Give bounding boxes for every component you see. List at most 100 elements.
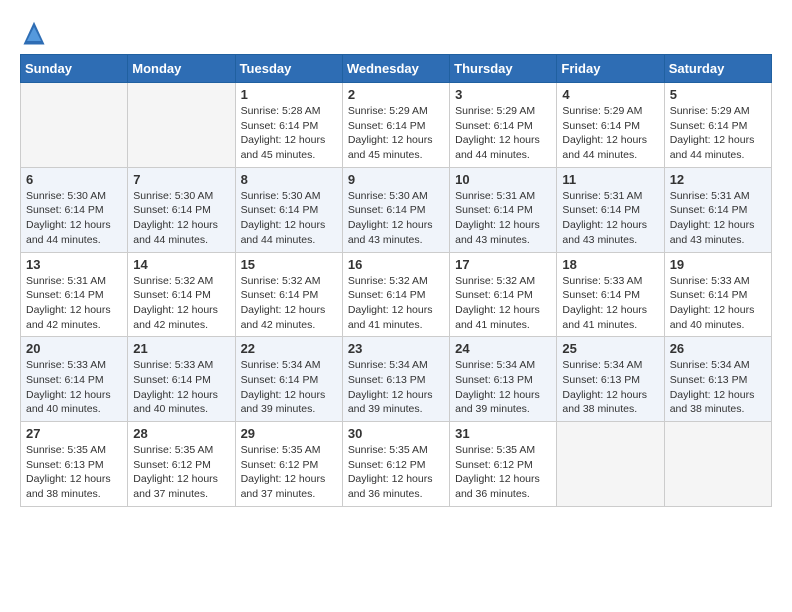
calendar-cell: 29 Sunrise: 5:35 AM Sunset: 6:12 PM Dayli… [235,422,342,507]
day-info: Sunrise: 5:31 AM Sunset: 6:14 PM Dayligh… [562,189,658,248]
day-number: 20 [26,341,122,356]
calendar-week-row: 27 Sunrise: 5:35 AM Sunset: 6:13 PM Dayli… [21,422,772,507]
calendar-cell: 10 Sunrise: 5:31 AM Sunset: 6:14 PM Dayli… [450,167,557,252]
day-number: 1 [241,87,337,102]
calendar-cell [664,422,771,507]
calendar-week-row: 6Sunrise: 5:30 AM Sunset: 6:14 PM Daylig… [21,167,772,252]
day-info: Sunrise: 5:31 AM Sunset: 6:14 PM Dayligh… [670,189,766,248]
calendar-cell: 22Sunrise: 5:34 AM Sunset: 6:14 PM Dayli… [235,337,342,422]
calendar-cell: 4 Sunrise: 5:29 AM Sunset: 6:14 PM Daylig… [557,83,664,168]
day-info: Sunrise: 5:29 AM Sunset: 6:14 PM Dayligh… [670,104,766,163]
calendar-cell: 11 Sunrise: 5:31 AM Sunset: 6:14 PM Dayli… [557,167,664,252]
day-number: 17 [455,257,551,272]
day-number: 8 [241,172,337,187]
calendar-week-row: 13Sunrise: 5:31 AM Sunset: 6:14 PM Dayli… [21,252,772,337]
day-info: Sunrise: 5:32 AM Sunset: 6:14 PM Dayligh… [133,274,229,333]
day-number: 9 [348,172,444,187]
calendar-cell: 30 Sunrise: 5:35 AM Sunset: 6:12 PM Dayli… [342,422,449,507]
day-info: Sunrise: 5:28 AM Sunset: 6:14 PM Dayligh… [241,104,337,163]
calendar-header-tuesday: Tuesday [235,55,342,83]
calendar-cell: 2 Sunrise: 5:29 AM Sunset: 6:14 PM Daylig… [342,83,449,168]
day-number: 25 [562,341,658,356]
day-info: Sunrise: 5:29 AM Sunset: 6:14 PM Dayligh… [562,104,658,163]
calendar-cell: 1 Sunrise: 5:28 AM Sunset: 6:14 PM Daylig… [235,83,342,168]
calendar-header-monday: Monday [128,55,235,83]
day-info: Sunrise: 5:32 AM Sunset: 6:14 PM Dayligh… [241,274,337,333]
calendar-cell: 7Sunrise: 5:30 AM Sunset: 6:14 PM Daylig… [128,167,235,252]
day-number: 4 [562,87,658,102]
day-number: 15 [241,257,337,272]
day-number: 16 [348,257,444,272]
calendar-header-sunday: Sunday [21,55,128,83]
calendar-cell: 9 Sunrise: 5:30 AM Sunset: 6:14 PM Daylig… [342,167,449,252]
calendar-cell [128,83,235,168]
calendar-cell: 18 Sunrise: 5:33 AM Sunset: 6:14 PM Dayli… [557,252,664,337]
calendar-cell [557,422,664,507]
calendar-cell: 23Sunrise: 5:34 AM Sunset: 6:13 PM Dayli… [342,337,449,422]
calendar-header-wednesday: Wednesday [342,55,449,83]
day-number: 5 [670,87,766,102]
calendar-cell: 28 Sunrise: 5:35 AM Sunset: 6:12 PM Dayli… [128,422,235,507]
day-info: Sunrise: 5:30 AM Sunset: 6:14 PM Dayligh… [26,189,122,248]
calendar-week-row: 20Sunrise: 5:33 AM Sunset: 6:14 PM Dayli… [21,337,772,422]
calendar-header-thursday: Thursday [450,55,557,83]
day-number: 19 [670,257,766,272]
day-info: Sunrise: 5:30 AM Sunset: 6:14 PM Dayligh… [241,189,337,248]
day-info: Sunrise: 5:34 AM Sunset: 6:13 PM Dayligh… [455,358,551,417]
calendar-cell: 14 Sunrise: 5:32 AM Sunset: 6:14 PM Dayli… [128,252,235,337]
day-number: 13 [26,257,122,272]
calendar-cell: 13Sunrise: 5:31 AM Sunset: 6:14 PM Dayli… [21,252,128,337]
calendar-cell: 15 Sunrise: 5:32 AM Sunset: 6:14 PM Dayli… [235,252,342,337]
day-info: Sunrise: 5:33 AM Sunset: 6:14 PM Dayligh… [562,274,658,333]
calendar-header-saturday: Saturday [664,55,771,83]
calendar-table: SundayMondayTuesdayWednesdayThursdayFrid… [20,54,772,507]
day-number: 18 [562,257,658,272]
calendar-header-row: SundayMondayTuesdayWednesdayThursdayFrid… [21,55,772,83]
day-number: 30 [348,426,444,441]
calendar-cell: 8 Sunrise: 5:30 AM Sunset: 6:14 PM Daylig… [235,167,342,252]
calendar-cell: 25 Sunrise: 5:34 AM Sunset: 6:13 PM Dayli… [557,337,664,422]
day-number: 14 [133,257,229,272]
calendar-cell: 26Sunrise: 5:34 AM Sunset: 6:13 PM Dayli… [664,337,771,422]
day-number: 2 [348,87,444,102]
calendar-cell: 17 Sunrise: 5:32 AM Sunset: 6:14 PM Dayli… [450,252,557,337]
calendar-cell: 24 Sunrise: 5:34 AM Sunset: 6:13 PM Dayli… [450,337,557,422]
day-number: 28 [133,426,229,441]
day-info: Sunrise: 5:33 AM Sunset: 6:14 PM Dayligh… [670,274,766,333]
calendar-cell: 21Sunrise: 5:33 AM Sunset: 6:14 PM Dayli… [128,337,235,422]
day-info: Sunrise: 5:35 AM Sunset: 6:12 PM Dayligh… [348,443,444,502]
day-number: 21 [133,341,229,356]
calendar-cell: 27 Sunrise: 5:35 AM Sunset: 6:13 PM Dayli… [21,422,128,507]
calendar-cell: 5 Sunrise: 5:29 AM Sunset: 6:14 PM Daylig… [664,83,771,168]
day-number: 26 [670,341,766,356]
day-info: Sunrise: 5:35 AM Sunset: 6:13 PM Dayligh… [26,443,122,502]
logo-icon [20,20,48,48]
day-number: 31 [455,426,551,441]
day-info: Sunrise: 5:32 AM Sunset: 6:14 PM Dayligh… [455,274,551,333]
day-number: 11 [562,172,658,187]
calendar-header-friday: Friday [557,55,664,83]
calendar-cell [21,83,128,168]
day-info: Sunrise: 5:34 AM Sunset: 6:14 PM Dayligh… [241,358,337,417]
page-header [20,20,772,48]
day-info: Sunrise: 5:35 AM Sunset: 6:12 PM Dayligh… [241,443,337,502]
day-number: 23 [348,341,444,356]
day-info: Sunrise: 5:34 AM Sunset: 6:13 PM Dayligh… [562,358,658,417]
day-number: 10 [455,172,551,187]
day-info: Sunrise: 5:30 AM Sunset: 6:14 PM Dayligh… [133,189,229,248]
day-info: Sunrise: 5:35 AM Sunset: 6:12 PM Dayligh… [133,443,229,502]
day-number: 29 [241,426,337,441]
day-number: 12 [670,172,766,187]
calendar-cell: 19 Sunrise: 5:33 AM Sunset: 6:14 PM Dayli… [664,252,771,337]
day-info: Sunrise: 5:32 AM Sunset: 6:14 PM Dayligh… [348,274,444,333]
day-info: Sunrise: 5:30 AM Sunset: 6:14 PM Dayligh… [348,189,444,248]
calendar-cell: 6Sunrise: 5:30 AM Sunset: 6:14 PM Daylig… [21,167,128,252]
day-number: 27 [26,426,122,441]
calendar-cell: 20Sunrise: 5:33 AM Sunset: 6:14 PM Dayli… [21,337,128,422]
day-info: Sunrise: 5:31 AM Sunset: 6:14 PM Dayligh… [455,189,551,248]
day-info: Sunrise: 5:29 AM Sunset: 6:14 PM Dayligh… [455,104,551,163]
calendar-cell: 31Sunrise: 5:35 AM Sunset: 6:12 PM Dayli… [450,422,557,507]
day-info: Sunrise: 5:29 AM Sunset: 6:14 PM Dayligh… [348,104,444,163]
day-number: 24 [455,341,551,356]
calendar-cell: 16 Sunrise: 5:32 AM Sunset: 6:14 PM Dayli… [342,252,449,337]
